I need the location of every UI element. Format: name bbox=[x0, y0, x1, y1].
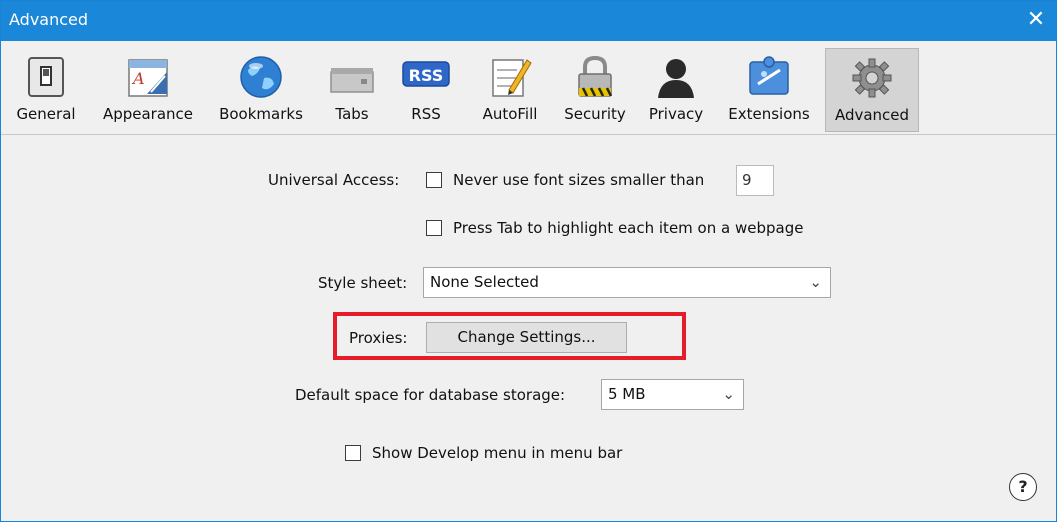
autofill-pencil-icon bbox=[492, 59, 532, 97]
appearance-font-icon: A bbox=[128, 59, 168, 97]
tabs-icon bbox=[330, 68, 374, 93]
db-storage-label: Default space for database storage: bbox=[295, 386, 566, 404]
preferences-window: Advanced ✕ General A Appearance Bookmark… bbox=[0, 0, 1057, 522]
rss-badge-text: RSS bbox=[409, 66, 444, 85]
tab-highlight-label: Press Tab to highlight each item on a we… bbox=[453, 219, 804, 237]
chevron-down-icon: ⌄ bbox=[722, 385, 735, 403]
tab-autofill[interactable]: AutoFill bbox=[469, 48, 551, 132]
globe-bookmarks-icon bbox=[240, 56, 282, 98]
tab-general[interactable]: General bbox=[7, 48, 85, 132]
font-size-checkbox[interactable] bbox=[426, 172, 442, 188]
develop-menu-checkbox[interactable] bbox=[345, 445, 361, 461]
min-font-size-input[interactable]: 9 bbox=[736, 165, 774, 196]
font-size-check-label: Never use font sizes smaller than bbox=[453, 171, 705, 189]
db-storage-value: 5 MB bbox=[608, 385, 646, 403]
padlock-icon bbox=[578, 55, 613, 97]
style-sheet-value: None Selected bbox=[430, 273, 539, 291]
general-switch-icon bbox=[28, 57, 64, 97]
tab-general-label: General bbox=[16, 105, 76, 123]
tab-tabs[interactable]: Tabs bbox=[319, 48, 385, 132]
help-button[interactable]: ? bbox=[1009, 473, 1037, 501]
title-bar[interactable]: Advanced ✕ bbox=[1, 1, 1056, 41]
tab-autofill-label: AutoFill bbox=[482, 105, 538, 123]
tab-appearance-label: Appearance bbox=[102, 105, 194, 123]
gears-icon bbox=[852, 58, 892, 98]
tab-extensions-label: Extensions bbox=[728, 105, 810, 123]
chevron-down-icon: ⌄ bbox=[809, 273, 822, 291]
tab-tabs-label: Tabs bbox=[335, 105, 369, 123]
svg-text:A: A bbox=[131, 69, 145, 88]
tab-security-label: Security bbox=[564, 105, 626, 123]
proxies-label: Proxies: bbox=[349, 329, 408, 347]
close-button[interactable]: ✕ bbox=[1022, 6, 1050, 34]
tab-privacy[interactable]: Privacy bbox=[641, 48, 711, 132]
tab-privacy-label: Privacy bbox=[648, 105, 704, 123]
tab-advanced[interactable]: Advanced bbox=[825, 48, 919, 132]
puzzle-extensions-icon bbox=[749, 56, 789, 95]
tab-advanced-label: Advanced bbox=[834, 106, 910, 124]
style-sheet-label: Style sheet: bbox=[318, 274, 408, 292]
person-silhouette-icon bbox=[658, 59, 694, 98]
tab-extensions[interactable]: Extensions bbox=[719, 48, 819, 132]
window-title: Advanced bbox=[9, 10, 89, 29]
rss-badge-icon: RSS bbox=[402, 61, 450, 87]
preferences-toolbar: General A Appearance Bookmarks Tabs RSS … bbox=[1, 41, 1056, 135]
universal-access-label: Universal Access: bbox=[268, 171, 400, 189]
develop-menu-label: Show Develop menu in menu bar bbox=[372, 444, 623, 462]
db-storage-select[interactable]: 5 MB ⌄ bbox=[601, 379, 744, 410]
tab-security[interactable]: Security bbox=[557, 48, 633, 132]
tab-rss-label: RSS bbox=[411, 105, 441, 123]
tab-appearance[interactable]: A Appearance bbox=[93, 48, 203, 132]
tab-bookmarks[interactable]: Bookmarks bbox=[209, 48, 313, 132]
tab-bookmarks-label: Bookmarks bbox=[219, 105, 303, 123]
tab-highlight-checkbox[interactable] bbox=[426, 220, 442, 236]
style-sheet-select[interactable]: None Selected ⌄ bbox=[423, 267, 831, 298]
change-settings-button[interactable]: Change Settings... bbox=[426, 322, 627, 353]
advanced-settings-panel: Universal Access: Never use font sizes s… bbox=[1, 135, 1056, 521]
tab-rss[interactable]: RSS RSS bbox=[395, 48, 457, 132]
